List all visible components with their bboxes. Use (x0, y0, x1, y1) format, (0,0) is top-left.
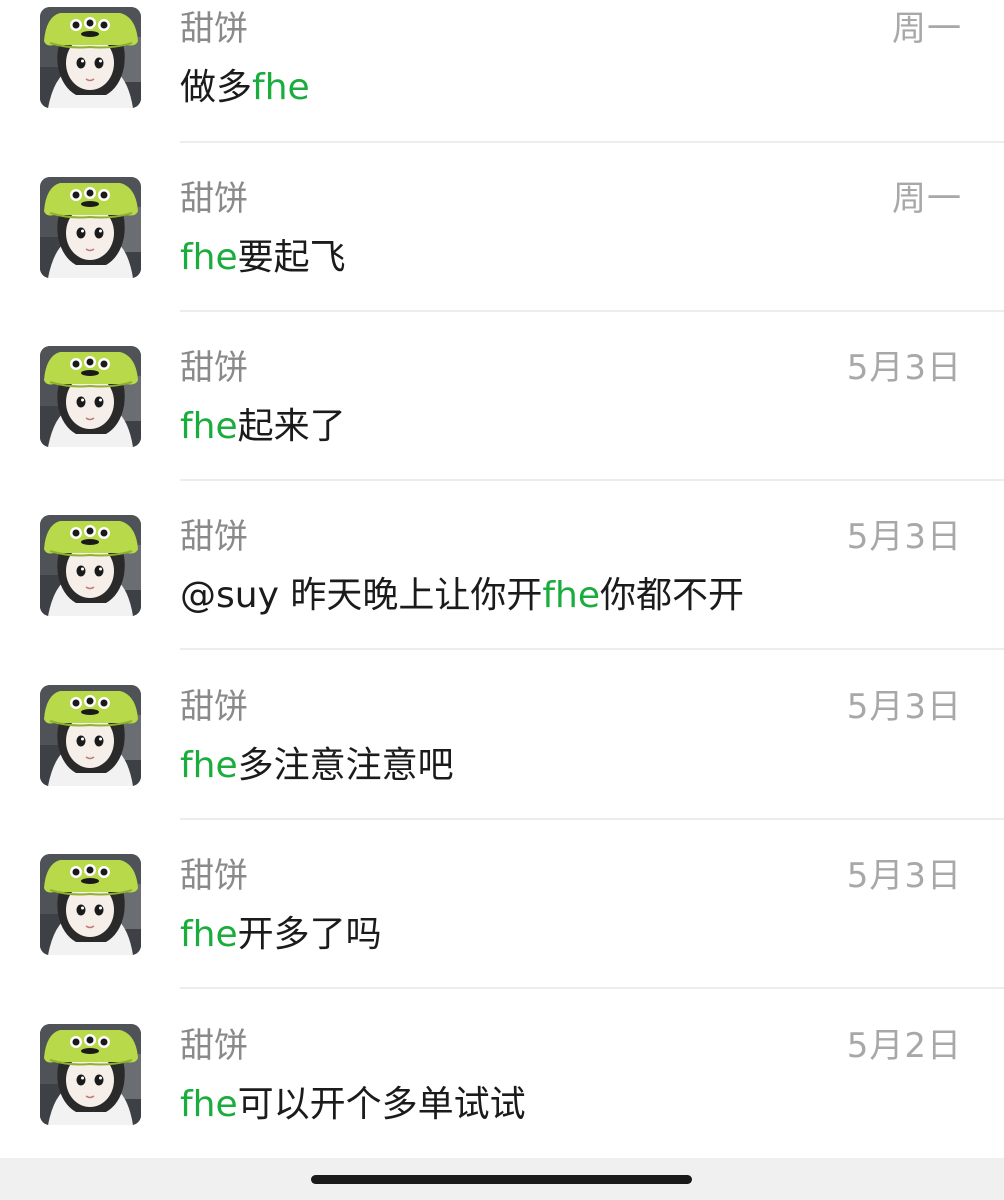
message-text-segment: 起来了 (237, 406, 346, 447)
avatar[interactable] (40, 685, 141, 786)
row-divider (180, 987, 1004, 989)
message-date: 5月3日 (846, 348, 962, 388)
avatar[interactable] (40, 515, 141, 616)
avatar[interactable] (40, 854, 141, 955)
message-text: 做多fhe (180, 70, 310, 106)
message-text: fhe多注意注意吧 (180, 748, 454, 784)
sender-name: 甜饼 (180, 179, 248, 219)
message-text-segment: 要起飞 (237, 237, 346, 278)
search-keyword-highlight: fhe (180, 1084, 238, 1125)
search-keyword-highlight: fhe (180, 745, 238, 786)
message-date: 5月3日 (846, 517, 962, 557)
row-divider (180, 648, 1004, 650)
message-row[interactable]: 甜饼 周一做多fhe (0, 0, 1004, 143)
avatar[interactable] (40, 346, 141, 447)
message-date: 5月2日 (846, 1026, 962, 1066)
sender-name: 甜饼 (180, 348, 248, 388)
message-text: fhe可以开个多单试试 (180, 1087, 526, 1123)
message-date: 5月3日 (846, 687, 962, 727)
message-text: fhe起来了 (180, 409, 346, 445)
search-keyword-highlight: fhe (542, 575, 600, 616)
bottom-bar (0, 1158, 1004, 1200)
message-text-segment: @suy 昨天晚上让你开 (180, 575, 543, 616)
sender-name: 甜饼 (180, 9, 248, 49)
avatar[interactable] (40, 177, 141, 278)
sender-name: 甜饼 (180, 856, 248, 896)
message-row[interactable]: 甜饼 5月2日 fhe可以开个多单试试 (0, 990, 1004, 1159)
avatar[interactable] (40, 7, 141, 108)
message-text: fhe要起飞 (180, 240, 346, 276)
message-text-segment: 你都不开 (599, 575, 744, 616)
message-row[interactable]: 甜饼 5月3日 fhe起来了 (0, 312, 1004, 481)
message-text-segment: 开多了吗 (237, 914, 382, 955)
message-text: fhe开多了吗 (180, 917, 382, 953)
message-text-segment: 多注意注意吧 (237, 745, 454, 786)
message-row[interactable]: 甜饼 5月3日 @suy 昨天晚上让你开fhe你都不开 (0, 481, 1004, 650)
home-indicator[interactable] (311, 1175, 692, 1184)
search-keyword-highlight: fhe (252, 67, 310, 108)
message-text-segment: 做多 (180, 67, 253, 108)
message-date: 周一 (892, 9, 962, 49)
message-row[interactable]: 甜饼 周一 fhe要起飞 (0, 143, 1004, 312)
message-row[interactable]: 甜饼 5月3日 fhe多注意注意吧 (0, 651, 1004, 820)
sender-name: 甜饼 (180, 517, 248, 557)
message-text: @suy 昨天晚上让你开fhe你都不开 (180, 578, 744, 614)
message-row[interactable]: 甜饼 5月3日 fhe开多了吗 (0, 820, 1004, 989)
search-keyword-highlight: fhe (180, 914, 238, 955)
search-keyword-highlight: fhe (180, 406, 238, 447)
search-keyword-highlight: fhe (180, 237, 238, 278)
avatar[interactable] (40, 1024, 141, 1125)
sender-name: 甜饼 (180, 687, 248, 727)
message-date: 周一 (892, 179, 962, 219)
message-date: 5月3日 (846, 856, 962, 896)
sender-name: 甜饼 (180, 1026, 248, 1066)
message-text-segment: 可以开个多单试试 (237, 1084, 526, 1125)
